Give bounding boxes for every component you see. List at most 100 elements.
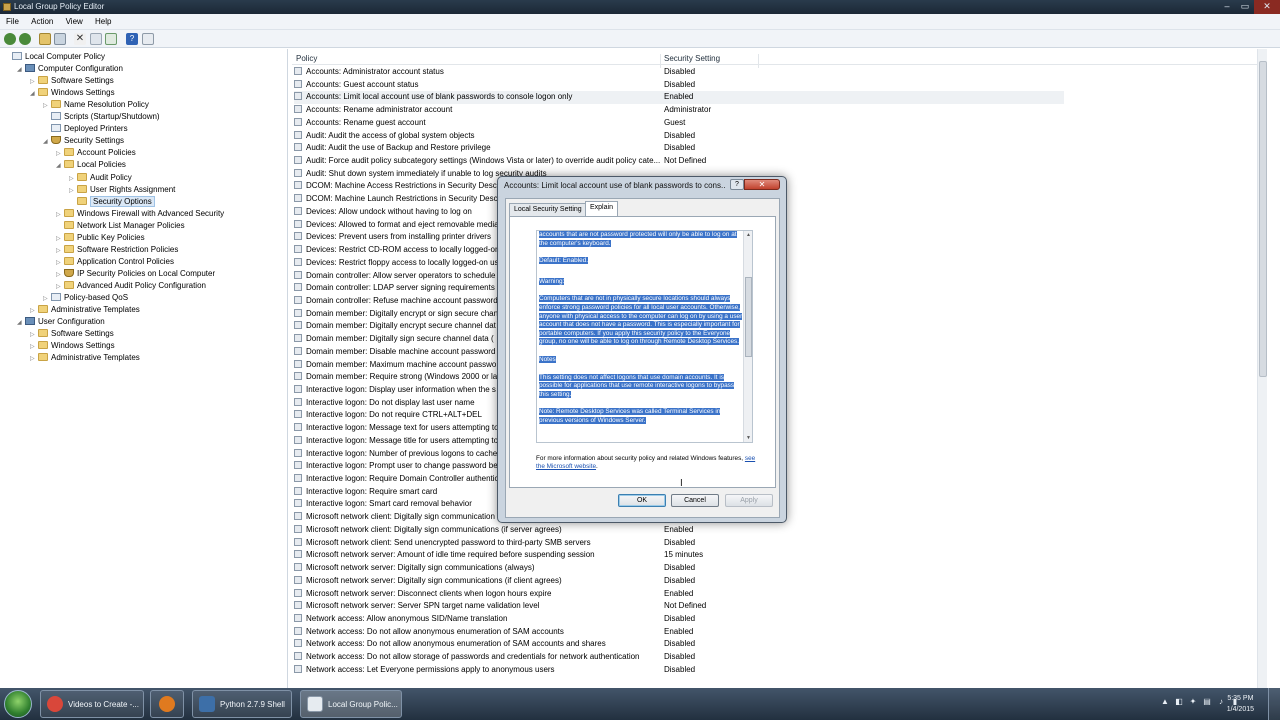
tree-item[interactable]: Network List Manager Policies <box>56 220 185 232</box>
table-row[interactable]: Network access: Let Everyone permissions… <box>294 664 1064 677</box>
tree-item[interactable]: Security Options <box>69 195 155 208</box>
tree-item[interactable]: ▷ IP Security Policies on Local Computer <box>56 268 215 280</box>
taskbar-item-group-policy[interactable]: Local Group Polic... <box>300 690 402 718</box>
dialog-help-button[interactable]: ? <box>730 179 744 190</box>
vertical-scrollbar[interactable] <box>1257 49 1267 688</box>
forward-arrow-icon[interactable] <box>19 33 31 45</box>
console-tree[interactable]: Local Computer Policy ◢ Computer Configura… <box>0 49 288 688</box>
tree-item[interactable]: Local Computer Policy <box>4 51 105 63</box>
explain-scrollbar[interactable]: ▲ ▼ <box>743 231 752 442</box>
tree-item[interactable]: ▷ Advanced Audit Policy Configuration <box>56 280 206 292</box>
delete-icon[interactable]: ✕ <box>74 33 86 45</box>
table-row[interactable]: Microsoft network server: Server SPN tar… <box>294 600 1064 613</box>
tree-item[interactable]: ▷ Account Policies <box>56 147 136 159</box>
tree-item[interactable]: ▷ Windows Firewall with Advanced Security <box>56 208 224 220</box>
tree-item[interactable]: ▷ Name Resolution Policy <box>43 99 149 111</box>
ok-button[interactable]: OK <box>618 494 666 507</box>
tree-item[interactable]: ▷ Public Key Policies <box>56 232 145 244</box>
menu-view[interactable]: View <box>66 14 83 30</box>
show-desktop-button[interactable] <box>1268 688 1280 720</box>
table-row[interactable]: Microsoft network server: Digitally sign… <box>294 575 1064 588</box>
table-row[interactable]: Microsoft network server: Amount of idle… <box>294 549 1064 562</box>
explain-text-box[interactable]: accounts that are not password protected… <box>536 230 753 443</box>
up-folder-icon[interactable] <box>39 33 51 45</box>
table-row[interactable]: Accounts: Guest account status Disabled <box>294 79 1064 92</box>
help-icon[interactable]: ? <box>126 33 138 45</box>
title-bar[interactable]: Local Group Policy Editor ‒ ▭ ✕ <box>0 0 1280 14</box>
column-header-setting[interactable]: Security Setting <box>664 54 720 63</box>
table-row[interactable]: Microsoft network server: Disconnect cli… <box>294 588 1064 601</box>
tree-item[interactable]: ▷ Software Restriction Policies <box>56 244 178 256</box>
taskbar-item-chrome[interactable]: Videos to Create -... <box>40 690 144 718</box>
table-row[interactable]: Network access: Do not allow anonymous e… <box>294 626 1064 639</box>
action-center-icon[interactable]: ◧ <box>1174 697 1184 707</box>
table-row[interactable]: Microsoft network client: Send unencrypt… <box>294 537 1064 550</box>
minimize-button[interactable]: ‒ <box>1218 0 1236 14</box>
taskbar-item-python-shell[interactable]: Python 2.7.9 Shell <box>192 690 292 718</box>
start-button[interactable] <box>4 690 32 718</box>
tree-item[interactable]: ▷ Audit Policy <box>69 172 132 184</box>
tree-item[interactable]: ▷ Application Control Policies <box>56 256 174 268</box>
tree-item[interactable]: ◢ Local Policies <box>56 159 126 171</box>
menu-help[interactable]: Help <box>95 14 111 30</box>
expand-arrow-icon[interactable]: ◢ <box>43 136 51 148</box>
tree-item[interactable]: ▷ Policy-based QoS <box>43 292 128 304</box>
tree-item[interactable]: ▷ Software Settings <box>30 328 114 340</box>
taskbar-item-firefox[interactable] <box>150 690 184 718</box>
show-hidden-icons-icon[interactable]: ▲ <box>1160 697 1170 707</box>
tab-local-security-setting[interactable]: Local Security Setting <box>509 203 587 216</box>
tab-explain[interactable]: Explain <box>585 201 618 216</box>
scroll-down-arrow-icon[interactable]: ▼ <box>745 435 752 441</box>
table-row[interactable]: Network access: Do not allow anonymous e… <box>294 638 1064 651</box>
tree-item[interactable]: ▷ Administrative Templates <box>30 352 140 364</box>
table-row[interactable]: Audit: Force audit policy subcategory se… <box>294 155 1064 168</box>
volume-icon[interactable]: ♪ <box>1216 697 1226 707</box>
menu-action[interactable]: Action <box>31 14 53 30</box>
expand-arrow-icon[interactable]: ◢ <box>17 64 25 76</box>
scroll-up-arrow-icon[interactable]: ▲ <box>745 232 752 238</box>
tray-app-icon[interactable]: ✦ <box>1188 697 1198 707</box>
tree-item[interactable]: Deployed Printers <box>43 123 128 135</box>
table-row[interactable]: Accounts: Rename guest account Guest <box>294 117 1064 130</box>
tree-item[interactable]: ◢ Windows Settings <box>30 87 115 99</box>
expand-arrow-icon[interactable]: ◢ <box>17 317 25 329</box>
tree-item-label: Name Resolution Policy <box>64 100 149 110</box>
dialog-close-button[interactable]: ✕ <box>744 179 780 190</box>
refresh-icon[interactable] <box>105 33 117 45</box>
table-row[interactable]: Audit: Audit the access of global system… <box>294 130 1064 143</box>
table-row[interactable]: Accounts: Rename administrator account Ad… <box>294 104 1064 117</box>
table-row[interactable]: Microsoft network server: Digitally sign… <box>294 562 1064 575</box>
tree-item[interactable]: ◢ User Configuration <box>17 316 105 328</box>
cancel-button[interactable]: Cancel <box>671 494 719 507</box>
expand-arrow-icon[interactable]: ▷ <box>30 353 38 365</box>
policy-icon <box>294 664 302 673</box>
maximize-button[interactable]: ▭ <box>1236 0 1254 14</box>
back-arrow-icon[interactable] <box>4 33 16 45</box>
tree-item[interactable]: ▷ Windows Settings <box>30 340 115 352</box>
network-icon[interactable]: ▤ <box>1202 697 1212 707</box>
tree-item[interactable]: Scripts (Startup/Shutdown) <box>43 111 160 123</box>
close-button[interactable]: ✕ <box>1254 0 1280 14</box>
table-row[interactable]: Network access: Do not allow storage of … <box>294 651 1064 664</box>
table-row[interactable]: Accounts: Administrator account status Di… <box>294 66 1064 79</box>
explain-scrollbar-thumb[interactable] <box>745 277 752 357</box>
column-header-policy[interactable]: Policy <box>296 54 317 63</box>
table-row[interactable]: Audit: Audit the use of Backup and Resto… <box>294 142 1064 155</box>
tree-item[interactable]: ▷ User Rights Assignment <box>69 184 175 196</box>
filter-icon[interactable] <box>142 33 154 45</box>
expand-arrow-icon[interactable]: ◢ <box>30 88 38 100</box>
tree-item[interactable]: ▷ Software Settings <box>30 75 114 87</box>
table-row[interactable]: Microsoft network client: Digitally sign… <box>294 524 1064 537</box>
clock[interactable]: 5:35 PM 1/4/2015 <box>1227 693 1254 715</box>
menu-file[interactable]: File <box>6 14 19 30</box>
apply-button[interactable]: Apply <box>725 494 773 507</box>
tree-item[interactable]: ▷ Administrative Templates <box>30 304 140 316</box>
table-row[interactable]: Network access: Allow anonymous SID/Name… <box>294 613 1064 626</box>
scrollbar-thumb[interactable] <box>1259 61 1267 377</box>
properties-icon[interactable] <box>90 33 102 45</box>
tree-item[interactable]: ◢ Computer Configuration <box>17 63 123 75</box>
expand-arrow-icon[interactable]: ◢ <box>56 160 64 172</box>
tree-item[interactable]: ◢ Security Settings <box>43 135 124 147</box>
show-hide-tree-icon[interactable] <box>54 33 66 45</box>
table-row[interactable]: Accounts: Limit local account use of bla… <box>294 91 1064 105</box>
